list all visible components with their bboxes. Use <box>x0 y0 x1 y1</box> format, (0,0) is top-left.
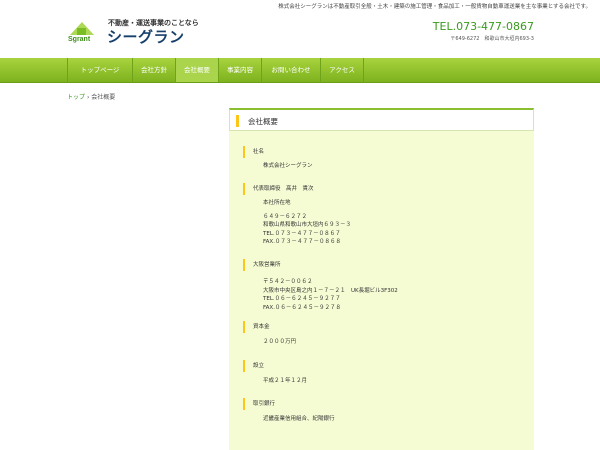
section-label: 設立 <box>243 360 307 372</box>
section-line: 大阪市中央区島之内１－７－２１ UK長堀ビル3F302 <box>263 287 398 294</box>
global-nav: トップページ 会社方針 会社概要 事業内容 お問い合わせ アクセス <box>67 58 364 82</box>
section-label: 大阪営業所 <box>243 259 398 271</box>
nav-item-policy[interactable]: 会社方針 <box>133 58 176 82</box>
nav-item-company[interactable]: 会社概要 <box>176 58 219 82</box>
section-label: 資本金 <box>243 321 296 333</box>
breadcrumb: トップ › 会社概要 <box>67 92 115 101</box>
nav-item-top[interactable]: トップページ <box>68 58 133 82</box>
nav-item-business[interactable]: 事業内容 <box>219 58 262 82</box>
section-company-name: 社名 株式会社シーグラン <box>243 146 313 171</box>
header-address: 〒649-6272 和歌山市大垣内693-3 <box>450 36 534 42</box>
section-line: TEL.０６－６２４５－９２７７ <box>263 296 341 302</box>
breadcrumb-separator-icon: › <box>86 94 90 101</box>
section-established: 設立 平成２１年１２月 <box>243 360 307 386</box>
section-representative: 代表取締役 髙井 貴次 本社所在地 ６４９－６２７２ 和歌山県和歌山市大垣内６９… <box>243 183 351 247</box>
nav-item-access[interactable]: アクセス <box>321 58 364 82</box>
section-line: FAX.０７３－４７７－０８６８ <box>263 239 341 245</box>
breadcrumb-current: 会社概要 <box>91 94 116 101</box>
logo-mark-text: Sgrant <box>68 36 91 43</box>
company-overview-panel: 会社概要 社名 株式会社シーグラン 代表取締役 髙井 貴次 本社所在地 ６４９－… <box>229 108 534 450</box>
logo-name: シーグラン <box>107 28 185 46</box>
section-capital: 資本金 ２０００万円 <box>243 321 296 347</box>
section-label: 社名 <box>243 146 313 158</box>
logo-mark-icon: Sgrant <box>68 22 94 43</box>
section-line: 株式会社シーグラン <box>263 163 313 169</box>
section-line: 本社所在地 <box>263 200 291 206</box>
breadcrumb-home-link[interactable]: トップ <box>67 94 85 101</box>
page-title: 会社概要 <box>248 117 278 126</box>
section-line: FAX.０６－６２４５－９２７８ <box>263 304 341 311</box>
section-line: 平成２１年１２月 <box>263 378 308 384</box>
heading-accent-bar <box>236 115 239 127</box>
section-line: ６４９－６２７２ <box>263 213 308 220</box>
section-label: 代表取締役 髙井 貴次 <box>243 183 351 195</box>
section-line: ２０００万円 <box>263 339 297 345</box>
section-banks: 取引銀行 近畿産業信用組合、紀陽銀行 <box>243 398 335 424</box>
header-tel[interactable]: TEL.073-477-0867 <box>433 20 534 33</box>
section-line: 和歌山県和歌山市大垣内６９３－３ <box>263 222 352 228</box>
global-nav-bar: トップページ 会社方針 会社概要 事業内容 お問い合わせ アクセス <box>0 58 600 83</box>
site-logo[interactable]: Sgrant 不動産・運送事業のことなら シーグラン <box>67 17 207 46</box>
section-osaka-office: 大阪営業所 〒５４２－００６２ 大阪市中央区島之内１－７－２１ UK長堀ビル3F… <box>243 259 398 312</box>
section-label: 取引銀行 <box>243 398 335 410</box>
nav-item-contact[interactable]: お問い合わせ <box>262 58 321 82</box>
section-line: TEL.０７３－４７７－０８６７ <box>263 230 341 237</box>
section-line: 〒５４２－００６２ <box>263 279 313 285</box>
header-tagline: 株式会社シーグランは不動産取引全般・土木・建築の施工管理・食品加工・一般貨物自動… <box>278 4 591 10</box>
section-line: 近畿産業信用組合、紀陽銀行 <box>263 416 335 422</box>
content-heading: 会社概要 <box>229 108 534 131</box>
